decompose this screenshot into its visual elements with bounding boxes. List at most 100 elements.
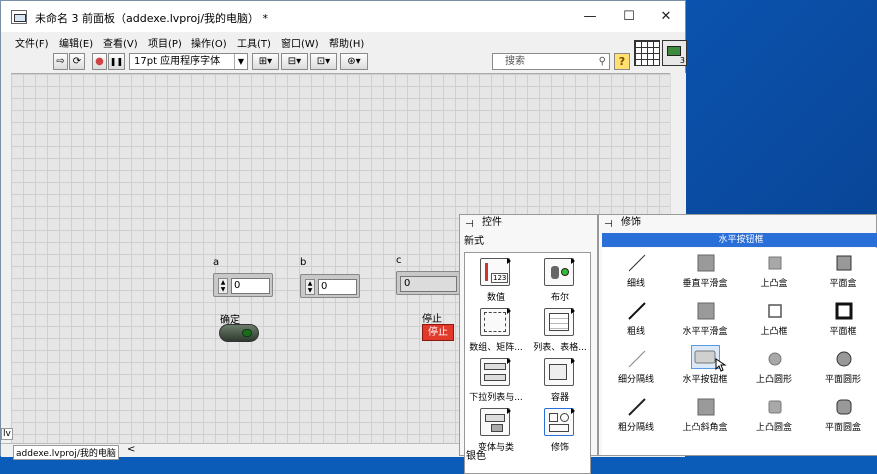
deco-label: 上凸盒: [760, 279, 788, 289]
controls-palette-title[interactable]: ⊣ 控件: [460, 215, 597, 231]
deco-label: 水平平滑盒: [682, 327, 728, 337]
window-title: 未命名 3 前面板（addexe.lvproj/我的电脑） *: [35, 12, 269, 25]
pushpin-icon[interactable]: ⊣: [465, 217, 474, 233]
deco-flat-round-box[interactable]: 平面圆盒: [809, 392, 877, 438]
pause-button[interactable]: ❚❚: [108, 53, 125, 70]
palette-item-container[interactable]: 容器: [529, 356, 591, 405]
increment-decrement-icon[interactable]: ▲ ▼: [305, 279, 315, 295]
button-frame-icon: [694, 350, 716, 364]
menu-edit[interactable]: 编辑(E): [59, 35, 93, 50]
deco-thin-line[interactable]: 细线: [602, 248, 670, 294]
align-objects-button[interactable]: ⊞▾: [252, 53, 279, 70]
deco-flat-box[interactable]: 平面盒: [809, 248, 877, 294]
deco-raised-bevel-box[interactable]: 上凸斜角盒: [671, 392, 739, 438]
menu-window[interactable]: 窗口(W): [281, 35, 319, 50]
thin-divider-icon: [628, 350, 646, 368]
control-a-value[interactable]: 0: [231, 278, 270, 294]
vi-icon-number: 3: [679, 56, 685, 65]
deco-label: 上凸斜角盒: [682, 423, 728, 433]
palette-item-numeric[interactable]: 123 数值: [465, 256, 527, 305]
menu-project[interactable]: 项目(P): [148, 35, 182, 50]
deco-label: 垂直平滑盒: [682, 279, 728, 289]
stop-button-label: 停止: [422, 314, 442, 325]
resize-objects-button[interactable]: ⊡▾: [310, 53, 337, 70]
menu-operate[interactable]: 操作(O): [191, 35, 227, 50]
array-icon: [480, 308, 511, 336]
run-continuously-button[interactable]: ⟳: [69, 53, 85, 70]
font-select[interactable]: 17pt 应用程序字体 ▼: [129, 53, 248, 70]
reorder-button[interactable]: ⊛▾: [340, 53, 368, 70]
abort-button[interactable]: ●: [92, 53, 107, 70]
stop-button[interactable]: 停止: [422, 324, 454, 341]
menu-help[interactable]: 帮助(H): [329, 35, 364, 50]
menu-view[interactable]: 查看(V): [103, 35, 138, 50]
deco-label: 粗线: [626, 327, 645, 337]
numeric-indicator-c[interactable]: 0: [396, 271, 460, 295]
deco-raised-box[interactable]: 上凸盒: [740, 248, 808, 294]
palette-category-silver[interactable]: 银色: [466, 447, 486, 462]
connector-pane[interactable]: [634, 40, 660, 66]
search-input[interactable]: 搜索 ⚲: [492, 53, 610, 70]
deco-label: 细线: [626, 279, 645, 289]
control-b-label: b: [300, 257, 307, 268]
pushpin-icon[interactable]: ⊣: [604, 217, 613, 233]
palette-item-label: 列表、表格...: [533, 343, 587, 353]
deco-raised-frame[interactable]: 上凸框: [740, 296, 808, 342]
flat-round-box-icon: [836, 399, 852, 415]
decorations-palette-title[interactable]: ⊣ 修饰: [599, 215, 876, 231]
deco-flat-frame[interactable]: 平面框: [809, 296, 877, 342]
chevron-left-icon[interactable]: <: [127, 444, 135, 455]
palette-item-boolean[interactable]: 布尔: [529, 256, 591, 305]
deco-raised-circle[interactable]: 上凸圆形: [740, 344, 808, 390]
chevron-down-icon: ▼: [234, 54, 247, 69]
menu-file[interactable]: 文件(F): [15, 35, 49, 50]
distribute-objects-button[interactable]: ⊟▾: [281, 53, 308, 70]
deco-thin-divider[interactable]: 细分隔线: [602, 344, 670, 390]
thin-line-icon: [628, 254, 646, 272]
deco-label: 平面圆盒: [824, 423, 861, 433]
container-icon: [544, 358, 575, 386]
context-help-button[interactable]: ?: [614, 53, 630, 70]
ring-icon: [480, 358, 511, 386]
run-button[interactable]: ⇨: [53, 53, 68, 70]
deco-thick-line[interactable]: 粗线: [602, 296, 670, 342]
palette-item-decoration[interactable]: 修饰: [529, 406, 591, 455]
increment-decrement-icon[interactable]: ▲ ▼: [218, 278, 228, 294]
thick-line-icon: [628, 302, 646, 320]
list-icon: [544, 308, 575, 336]
deco-vertical-smooth-box[interactable]: 垂直平滑盒: [671, 248, 739, 294]
decorations-palette-title-text: 修饰: [621, 217, 641, 228]
ok-button[interactable]: [219, 324, 259, 342]
palette-item-list[interactable]: 列表、表格...: [529, 306, 591, 355]
deco-label: 细分隔线: [617, 375, 654, 385]
flat-frame-icon: [835, 302, 853, 320]
palette-category-modern[interactable]: 新式: [464, 232, 484, 247]
controls-palette-grid: 123 数值 布尔 数组、矩阵... 列表、表格... 下拉列表与... 容器 …: [464, 252, 591, 474]
raised-circle-icon: [768, 352, 782, 366]
palette-item-label: 数组、矩阵...: [469, 343, 523, 353]
palette-item-ring[interactable]: 下拉列表与...: [465, 356, 527, 405]
deco-flat-circle[interactable]: 平面圆形: [809, 344, 877, 390]
minimize-button[interactable]: —: [571, 1, 609, 32]
deco-label: 上凸圆盒: [755, 423, 792, 433]
deco-horizontal-button-frame[interactable]: 水平按钮框: [671, 344, 739, 390]
project-path[interactable]: addexe.lvproj/我的电脑: [13, 445, 119, 460]
deco-label: 上凸框: [760, 327, 788, 337]
smooth-box-icon: [697, 302, 715, 320]
numeric-control-a[interactable]: ▲ ▼ 0: [213, 273, 273, 297]
menu-tools[interactable]: 工具(T): [237, 35, 271, 50]
vi-icon[interactable]: 3: [662, 40, 687, 66]
deco-label: 上凸圆形: [755, 375, 792, 385]
close-button[interactable]: ✕: [647, 1, 685, 32]
deco-raised-round-box[interactable]: 上凸圆盒: [740, 392, 808, 438]
maximize-button[interactable]: ☐: [610, 1, 648, 32]
numeric-control-b[interactable]: ▲ ▼ 0: [300, 274, 360, 298]
deco-horizontal-smooth-box[interactable]: 水平平滑盒: [671, 296, 739, 342]
menu-bar: 文件(F) 编辑(E) 查看(V) 项目(P) 操作(O) 工具(T) 窗口(W…: [1, 32, 685, 50]
control-b-value[interactable]: 0: [318, 279, 357, 295]
decoration-icon: [544, 408, 575, 436]
deco-label: 粗分隔线: [617, 423, 654, 433]
numeric-icon: 123: [480, 258, 511, 286]
palette-item-array[interactable]: 数组、矩阵...: [465, 306, 527, 355]
deco-thick-divider[interactable]: 粗分隔线: [602, 392, 670, 438]
